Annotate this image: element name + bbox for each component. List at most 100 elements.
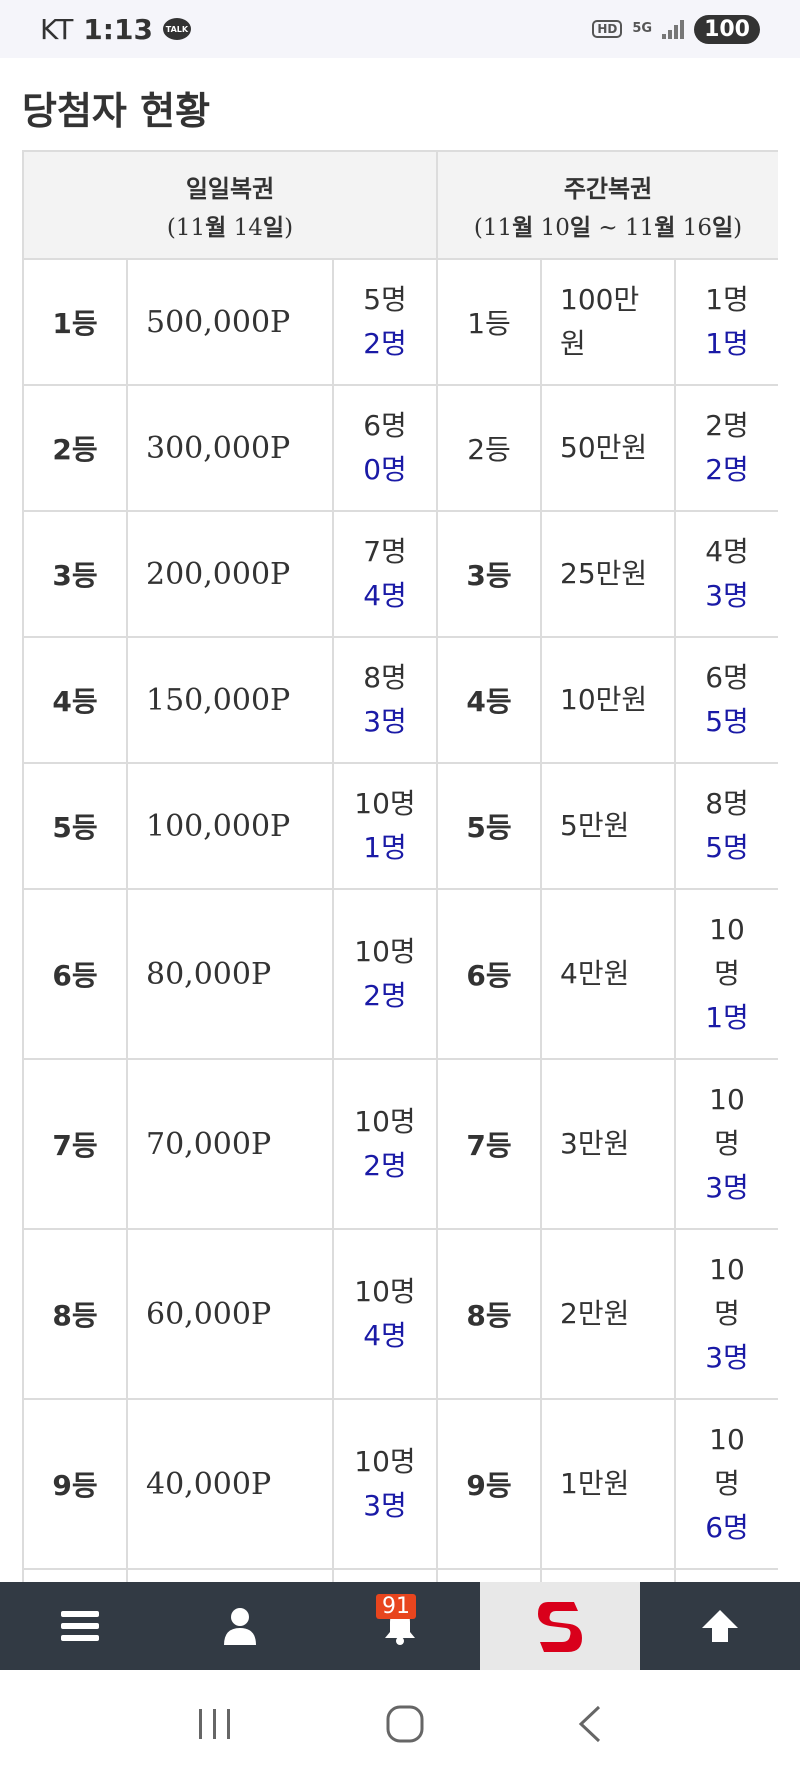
daily-total-count: 10명 xyxy=(354,935,416,968)
weekly-total-count: 4명 xyxy=(705,535,749,568)
daily-rank: 8등 xyxy=(22,1228,128,1400)
daily-prize: 80,000P xyxy=(126,888,334,1060)
daily-count: 10명 1명 xyxy=(332,762,438,890)
weekly-lottery-title: 주간복권 xyxy=(563,174,653,203)
daily-won-count: 3명 xyxy=(363,1489,407,1522)
menu-button[interactable] xyxy=(0,1582,160,1670)
weekly-won-count: 2명 xyxy=(705,453,749,486)
daily-rank: 4등 xyxy=(22,636,128,764)
status-left: KT 1:13 TALK xyxy=(40,13,191,46)
status-right: HD 5G 100 xyxy=(592,14,760,44)
daily-won-count: 4명 xyxy=(363,1319,407,1352)
brand-home-button[interactable] xyxy=(480,1582,640,1670)
daily-won-count: 0명 xyxy=(363,453,407,486)
weekly-count: 4명 3명 xyxy=(673,510,778,638)
weekly-won-count: 1명 xyxy=(705,1001,749,1034)
date-part: 월 xyxy=(654,214,676,241)
daily-total-count: 10명 xyxy=(354,1105,416,1138)
weekly-total-count: 10명 xyxy=(709,913,745,990)
date-part: 10 xyxy=(533,214,570,241)
daily-rank: 9등 xyxy=(22,1398,128,1570)
daily-prize: 100,000P xyxy=(126,762,334,890)
winners-table-container[interactable]: 일일복권 (11월 14일) 주간복권 (11월 10일 ~ 11월 16일) … xyxy=(22,150,778,1582)
daily-count: 5명 2명 xyxy=(332,258,438,386)
daily-rank: 6등 xyxy=(22,888,128,1060)
brand-logo-icon xyxy=(538,1602,582,1652)
notification-badge: 91 xyxy=(376,1594,416,1619)
weekly-prize: 100만원 xyxy=(540,258,676,386)
weekly-won-count: 5명 xyxy=(705,705,749,738)
weekly-rank: 1등 xyxy=(436,258,542,386)
back-icon[interactable] xyxy=(575,1704,605,1744)
daily-prize: 200,000P xyxy=(126,510,334,638)
date-part: 일 xyxy=(569,214,592,241)
weekly-count: 8명 5명 xyxy=(673,762,778,890)
date-part: 월 xyxy=(205,214,227,241)
daily-won-count: 2명 xyxy=(363,1149,407,1182)
home-icon[interactable] xyxy=(385,1704,425,1744)
recent-apps-icon[interactable] xyxy=(195,1707,235,1741)
clock: 1:13 xyxy=(83,12,153,46)
5g-icon: 5G xyxy=(632,21,653,36)
daily-count: 6명 0명 xyxy=(332,384,438,512)
user-icon xyxy=(224,1608,256,1645)
table-row: 3등 200,000P 7명 4명 3등 25만원 4명 3명 xyxy=(22,510,778,638)
table-row: 4등 150,000P 8명 3명 4등 10만원 6명 5명 xyxy=(22,636,778,764)
weekly-count: 1명 1명 xyxy=(673,258,778,386)
table-row: 7등 70,000P 10명 2명 7등 3만원 10명 3명 xyxy=(22,1058,778,1230)
weekly-rank: 8등 xyxy=(436,1228,542,1400)
daily-prize: 70,000P xyxy=(126,1058,334,1230)
weekly-count: 10명 3명 xyxy=(673,1228,778,1400)
weekly-count: 6명 5명 xyxy=(673,636,778,764)
table-row: 2등 300,000P 6명 0명 2등 50만원 2명 2명 xyxy=(22,384,778,512)
daily-won-count: 2명 xyxy=(363,979,407,1012)
weekly-prize: 3만원 xyxy=(540,1058,676,1230)
daily-rank: 5등 xyxy=(22,762,128,890)
daily-count: 10명 4명 xyxy=(332,1228,438,1400)
weekly-won-count: 3명 xyxy=(705,1341,749,1374)
weekly-prize: 4만원 xyxy=(540,888,676,1060)
daily-won-count: 4명 xyxy=(363,579,407,612)
status-bar: KT 1:13 TALK HD 5G 100 xyxy=(0,0,800,58)
weekly-won-count: 1명 xyxy=(705,327,749,360)
hd-voice-icon: HD xyxy=(592,20,623,38)
weekly-prize: 2만원 xyxy=(540,1228,676,1400)
date-part: 일 xyxy=(711,214,734,241)
weekly-rank: 5등 xyxy=(436,762,542,890)
weekly-rank: 3등 xyxy=(436,510,542,638)
date-part: (11 xyxy=(473,214,513,241)
daily-count: 10명 3명 xyxy=(332,1398,438,1570)
daily-won-count: 2명 xyxy=(363,327,407,360)
weekly-total-count: 2명 xyxy=(705,409,749,442)
weekly-won-count: 3명 xyxy=(705,1171,749,1204)
kakaotalk-icon: TALK xyxy=(162,18,191,40)
daily-total-count: 8명 xyxy=(363,661,407,694)
winners-table: 일일복권 (11월 14일) 주간복권 (11월 10일 ~ 11월 16일) … xyxy=(22,150,778,1582)
date-part: ) xyxy=(733,214,743,241)
weekly-count: 10명 6명 xyxy=(673,1398,778,1570)
carrier: KT xyxy=(40,12,74,46)
table-row: 5등 100,000P 10명 1명 5등 5만원 8명 5명 xyxy=(22,762,778,890)
daily-lottery-title: 일일복권 xyxy=(185,174,275,203)
notifications-button[interactable]: 91 xyxy=(320,1582,480,1670)
daily-total-count: 7명 xyxy=(363,535,407,568)
arrow-up-icon xyxy=(702,1610,738,1642)
weekly-total-count: 8명 xyxy=(705,787,749,820)
bottom-nav: 91 xyxy=(0,1582,800,1670)
daily-prize: 60,000P xyxy=(126,1228,334,1400)
daily-count: 10명 2명 xyxy=(332,888,438,1060)
scroll-top-button[interactable] xyxy=(640,1582,800,1670)
table-row: 6등 80,000P 10명 2명 6등 4만원 10명 1명 xyxy=(22,888,778,1060)
table-row: 8등 60,000P 10명 4명 8등 2만원 10명 3명 xyxy=(22,1228,778,1400)
daily-lottery-date: (11월 14일) xyxy=(24,208,436,242)
table-row: 9등 40,000P 10명 3명 9등 1만원 10명 6명 xyxy=(22,1398,778,1570)
date-part: ~ 11 xyxy=(591,214,655,241)
daily-count: 10명 2명 xyxy=(332,1058,438,1230)
profile-button[interactable] xyxy=(160,1582,320,1670)
date-part: 16 xyxy=(675,214,712,241)
weekly-prize: 50만원 xyxy=(540,384,676,512)
date-part: ) xyxy=(284,214,294,241)
daily-lottery-header: 일일복권 (11월 14일) xyxy=(22,150,438,260)
daily-total-count: 10명 xyxy=(354,1445,416,1478)
daily-total-count: 10명 xyxy=(354,1275,416,1308)
